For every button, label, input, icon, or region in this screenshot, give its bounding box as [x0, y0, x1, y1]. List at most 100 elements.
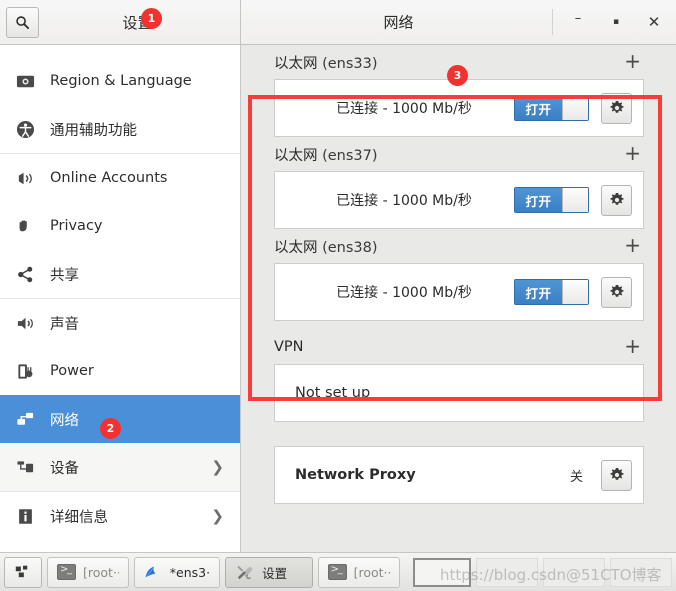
taskbar: [root··· *ens3··· 设置 [root··· [0, 552, 676, 591]
sidebar-item-privacy[interactable]: Privacy [0, 202, 240, 250]
taskbar-button-settings[interactable]: 设置 [225, 556, 313, 588]
sidebar-item-region-language[interactable]: Region & Language [0, 57, 240, 105]
sidebar-item-label: Power [50, 363, 94, 379]
search-button[interactable] [6, 6, 39, 38]
taskbar-button-terminal-2[interactable]: [root··· [317, 556, 400, 588]
sidebar-item-label: 声音 [50, 316, 79, 333]
settings-window: 设置 网络 – ▪ ✕ Region & Language 通用辅助功能 Onl… [0, 0, 676, 591]
section-title: 以太网 (ens38) [274, 236, 378, 257]
chevron-right-icon: ❯ [211, 507, 224, 525]
connection-card-ens33: 已连接 - 1000 Mb/秒 打开 [274, 79, 644, 137]
wireshark-icon [145, 566, 156, 578]
terminal-icon [327, 564, 347, 580]
section-title: 以太网 (ens33) [274, 52, 378, 73]
section-interface: (ens38) [322, 239, 378, 256]
connection-card-ens38: 已连接 - 1000 Mb/秒 打开 [274, 263, 644, 321]
gear-icon [609, 284, 624, 297]
close-button[interactable]: ✕ [636, 7, 672, 37]
network-proxy-label: Network Proxy [295, 467, 416, 483]
accessibility-icon [14, 118, 36, 140]
network-sections: 以太网 (ens33) + 已连接 - 1000 Mb/秒 打开 以太网 (en… [242, 45, 676, 504]
sidebar[interactable]: Region & Language 通用辅助功能 Online Accounts… [0, 45, 241, 552]
connection-status: 已连接 - 1000 Mb/秒 [336, 101, 472, 117]
connection-toggle-ens37[interactable]: 打开 [514, 187, 589, 213]
chevron-right-icon: ❯ [211, 458, 224, 476]
gear-icon [609, 192, 624, 205]
sidebar-item-label: 设备 [50, 460, 79, 477]
sidebar-item-sharing[interactable]: 共享 [0, 250, 240, 298]
sidebar-item-devices[interactable]: 设备 ❯ [0, 443, 240, 491]
network-proxy-value: 关 [569, 469, 583, 485]
tray-slot[interactable] [476, 557, 538, 587]
add-vpn-button[interactable]: + [621, 336, 644, 359]
toggle-on-label: 打开 [515, 96, 562, 120]
taskbar-button-label: [root··· [353, 564, 390, 580]
power-plug-icon [14, 360, 36, 382]
annotation-badge-3: 3 [448, 66, 467, 85]
sidebar-item-label: 详细信息 [50, 509, 108, 526]
taskbar-tray[interactable] [413, 557, 672, 587]
taskbar-button-label: 设置 [262, 565, 288, 581]
section-header-ens37: 以太网 (ens37) + [274, 137, 644, 171]
sharing-icon [14, 263, 36, 285]
sidebar-item-label: Online Accounts [50, 170, 168, 186]
minimize-button[interactable]: – [560, 7, 596, 37]
sidebar-item-label: 通用辅助功能 [50, 122, 137, 139]
section-header-ens38: 以太网 (ens38) + [274, 229, 644, 263]
show-desktop-icon [15, 565, 28, 577]
sidebar-clipped-top [0, 45, 240, 57]
settings-button-ens38[interactable] [601, 276, 632, 308]
settings-tools-icon [237, 565, 253, 580]
taskbar-button-label: *ens3··· [169, 564, 211, 580]
connection-toggle-ens38[interactable]: 打开 [514, 279, 589, 305]
sidebar-item-label: 网络 [50, 412, 79, 429]
details-info-icon [14, 505, 36, 527]
connection-card-ens37: 已连接 - 1000 Mb/秒 打开 [274, 171, 644, 229]
privacy-hand-icon [14, 215, 36, 237]
window-controls: – ▪ ✕ [552, 0, 672, 44]
sidebar-item-label: Privacy [50, 218, 103, 234]
annotation-badge-2: 2 [101, 419, 120, 438]
connection-toggle-ens33[interactable]: 打开 [514, 95, 589, 121]
tray-active-box[interactable] [413, 557, 471, 587]
toggle-on-label: 打开 [515, 188, 562, 212]
taskbar-button-label: [root··· [83, 564, 119, 580]
sidebar-item-power[interactable]: Power [0, 347, 240, 395]
online-accounts-icon [14, 167, 36, 189]
sidebar-item-details[interactable]: 详细信息 ❯ [0, 492, 240, 540]
toggle-knob [562, 96, 588, 120]
sidebar-item-online-accounts[interactable]: Online Accounts [0, 154, 240, 202]
settings-button-ens37[interactable] [601, 184, 632, 216]
add-connection-button-ens33[interactable]: + [621, 51, 644, 74]
gear-icon [609, 467, 624, 480]
sidebar-item-label: 共享 [50, 267, 79, 284]
connection-status: 已连接 - 1000 Mb/秒 [336, 285, 472, 301]
annotation-badge-1: 1 [142, 9, 161, 28]
tray-slot[interactable] [610, 557, 672, 587]
sidebar-item-network[interactable]: 网络 [0, 395, 240, 443]
maximize-button[interactable]: ▪ [598, 7, 634, 37]
tray-slot[interactable] [543, 557, 605, 587]
sidebar-item-sound[interactable]: 声音 [0, 299, 240, 347]
add-connection-button-ens37[interactable]: + [621, 143, 644, 166]
taskbar-button-wireshark[interactable]: *ens3··· [134, 556, 221, 588]
search-icon [16, 15, 30, 29]
add-connection-button-ens38[interactable]: + [621, 235, 644, 258]
show-desktop-button[interactable] [4, 556, 42, 588]
gear-icon [609, 100, 624, 113]
toggle-knob [562, 280, 588, 304]
devices-icon [14, 456, 36, 478]
network-icon [14, 408, 36, 430]
settings-button-proxy[interactable] [601, 459, 632, 491]
region-language-icon [14, 70, 36, 92]
sidebar-item-accessibility[interactable]: 通用辅助功能 [0, 105, 240, 153]
network-panel: 以太网 (ens33) + 已连接 - 1000 Mb/秒 打开 以太网 (en… [242, 45, 676, 552]
section-name: 以太网 [274, 55, 318, 72]
taskbar-button-terminal-1[interactable]: [root··· [47, 556, 130, 588]
connection-status: 已连接 - 1000 Mb/秒 [336, 193, 472, 209]
title-bar-left: 设置 [0, 0, 241, 44]
toggle-on-label: 打开 [515, 280, 562, 304]
settings-button-ens33[interactable] [601, 92, 632, 124]
sidebar-item-partial[interactable] [0, 45, 240, 57]
